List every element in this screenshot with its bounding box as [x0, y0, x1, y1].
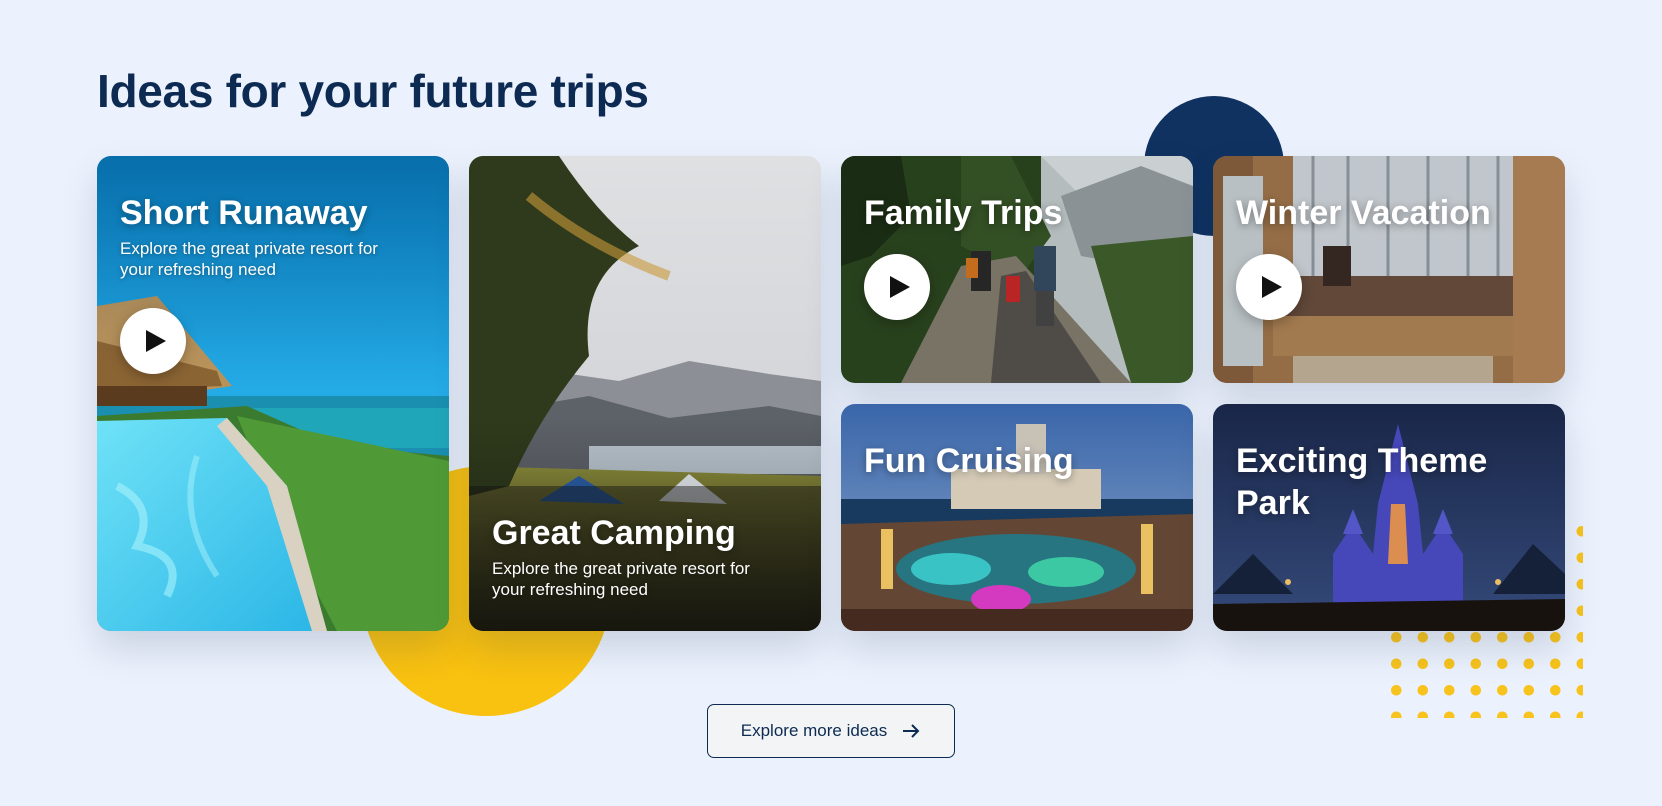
card-description: Explore the great private resort for you…	[492, 559, 750, 599]
play-icon	[1262, 276, 1282, 298]
arrow-right-icon	[903, 724, 920, 738]
play-button[interactable]	[1236, 254, 1302, 320]
card-description: Explore the great private resort for you…	[120, 239, 378, 279]
card-shade	[841, 404, 1193, 631]
card-winter-vacation[interactable]: Winter Vacation	[1213, 156, 1565, 383]
play-button[interactable]	[120, 308, 186, 374]
card-title: Winter Vacation	[1236, 194, 1491, 232]
card-short-runaway[interactable]: Short Runaway Explore the great private …	[97, 156, 449, 631]
play-icon	[146, 330, 166, 352]
section-title: Ideas for your future trips	[97, 65, 649, 117]
card-fun-cruising[interactable]: Fun Cruising	[841, 404, 1193, 631]
card-title: Exciting Theme Park	[1236, 442, 1488, 522]
card-title: Short Runaway	[120, 194, 368, 232]
explore-more-ideas-button[interactable]: Explore more ideas	[707, 704, 955, 758]
play-button[interactable]	[864, 254, 930, 320]
play-icon	[890, 276, 910, 298]
card-family-trips[interactable]: Family Trips	[841, 156, 1193, 383]
card-exciting-theme-park[interactable]: Exciting Theme Park	[1213, 404, 1565, 631]
card-title: Great Camping	[492, 514, 736, 552]
explore-button-label: Explore more ideas	[740, 721, 888, 740]
card-great-camping[interactable]: Great Camping Explore the great private …	[469, 156, 821, 631]
card-title: Fun Cruising	[864, 442, 1074, 480]
card-title: Family Trips	[864, 194, 1063, 232]
trip-ideas-section: Ideas for your future trips Short Runawa…	[0, 0, 1662, 806]
